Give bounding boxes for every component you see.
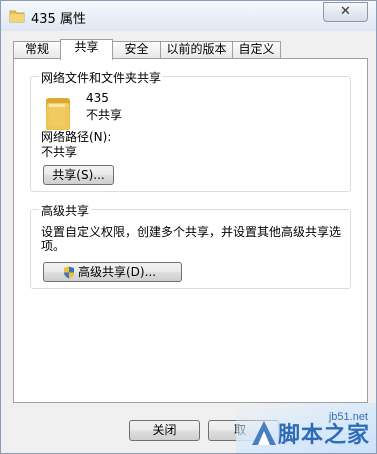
folder-name: 435: [86, 91, 109, 105]
tab-sharing[interactable]: 共享: [60, 39, 113, 60]
share-button[interactable]: 共享(S)...: [43, 165, 114, 185]
advanced-sharing-button-label: 高级共享(D)...: [78, 265, 157, 279]
network-sharing-title: 网络文件和文件夹共享: [39, 69, 164, 86]
watermark-logo-icon: [252, 421, 276, 445]
folder-icon: [46, 98, 70, 130]
window-title: 435 属性: [31, 12, 86, 27]
advanced-sharing-title: 高级共享: [39, 202, 92, 219]
network-path-value: 不共享: [41, 145, 78, 159]
tab-customize[interactable]: 自定义: [232, 41, 281, 58]
tab-bar: 常规 共享 安全 以前的版本 自定义: [13, 39, 368, 60]
tab-general[interactable]: 常规: [13, 41, 61, 58]
title-bar: 435 属性 ✕: [1, 1, 376, 31]
advanced-sharing-group: 高级共享 设置自定义权限，创建多个共享，并设置其他高级共享选 项。 高级共享(D…: [30, 202, 351, 289]
tab-previous-versions[interactable]: 以前的版本: [160, 41, 233, 58]
advanced-sharing-button[interactable]: 高级共享(D)...: [43, 262, 182, 282]
network-sharing-group: 网络文件和文件夹共享 435 不共享 网络路径(N): 不共享 共享(S)...: [30, 69, 351, 192]
uac-shield-icon: [64, 266, 74, 279]
watermark-name: 脚本之家: [277, 423, 370, 448]
close-icon: ✕: [340, 4, 351, 19]
watermark: jb51.net 脚本之家: [236, 403, 376, 453]
properties-dialog: 435 属性 ✕ 常规 共享 安全 以前的版本 自定义 网络文件和文件夹共享 4…: [0, 0, 377, 454]
folder-icon: [9, 10, 25, 23]
sharing-panel: 网络文件和文件夹共享 435 不共享 网络路径(N): 不共享 共享(S)...…: [13, 58, 368, 403]
close-window-button[interactable]: ✕: [323, 2, 368, 22]
advanced-sharing-description-line1: 设置自定义权限，创建多个共享，并设置其他高级共享选: [41, 225, 342, 239]
tab-security[interactable]: 安全: [112, 41, 161, 58]
close-button[interactable]: 关闭: [129, 420, 200, 441]
advanced-sharing-description-line2: 项。: [41, 239, 66, 253]
folder-share-status: 不共享: [86, 108, 123, 122]
